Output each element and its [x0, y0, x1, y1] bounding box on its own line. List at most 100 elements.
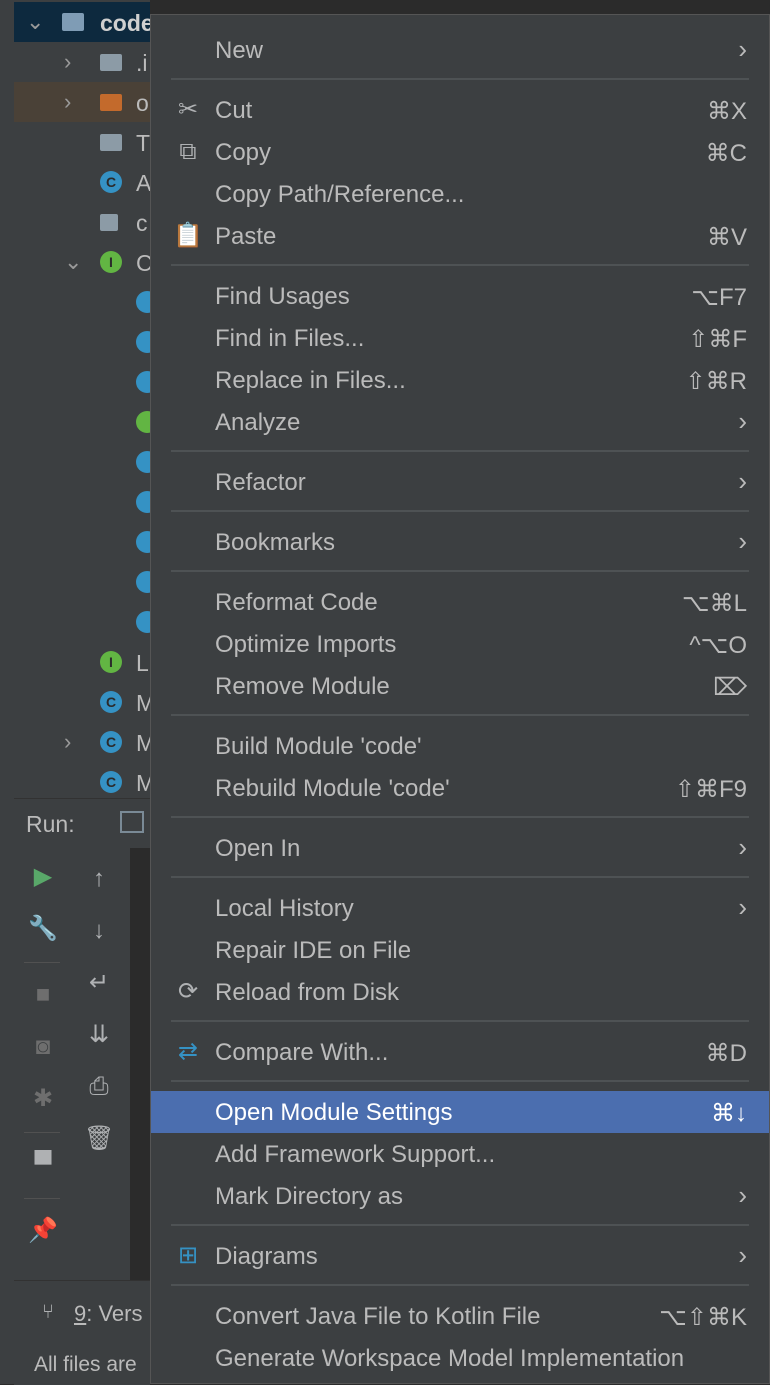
menu-item-label: Rebuild Module 'code' [215, 775, 450, 802]
arrow-up-icon[interactable]: ↑ [84, 864, 114, 894]
tree-row[interactable] [14, 522, 150, 562]
menu-item-label: Optimize Imports [215, 631, 397, 658]
chevron-right-icon[interactable]: › [64, 91, 71, 113]
scroll-to-end-icon[interactable]: ⇊ [84, 1020, 114, 1050]
menu-item-generate-workspace-model[interactable]: Generate Workspace Model Implementation [151, 1337, 769, 1379]
layout-icon[interactable]: ▀ [28, 1150, 58, 1180]
tree-row[interactable]: c [14, 202, 150, 242]
interface-icon: I [100, 651, 122, 673]
menu-item-rebuild-module[interactable]: Rebuild Module 'code' ⇧⌘F9 [151, 767, 769, 809]
vcs-tab-label: : Vers [86, 1301, 143, 1326]
tree-row-root[interactable]: ⌄ code [14, 2, 150, 42]
menu-item-analyze[interactable]: Analyze › [151, 401, 769, 443]
menu-item-bookmarks[interactable]: Bookmarks › [151, 521, 769, 563]
camera-icon[interactable]: ◙ [28, 1032, 58, 1062]
menu-item-replace-in-files[interactable]: Replace in Files... ⇧⌘R [151, 359, 769, 401]
menu-item-build-module[interactable]: Build Module 'code' [151, 725, 769, 767]
menu-item-mark-directory-as[interactable]: Mark Directory as › [151, 1175, 769, 1217]
run-config-icon[interactable] [120, 811, 144, 833]
file-icon [100, 214, 118, 231]
arrow-down-icon[interactable]: ↓ [84, 916, 114, 946]
menu-shortcut: ⌘X [706, 98, 747, 125]
tree-label: A [136, 170, 150, 196]
menu-item-find-usages[interactable]: Find Usages ⌥F7 [151, 275, 769, 317]
menu-item-add-framework-support[interactable]: Add Framework Support... [151, 1133, 769, 1175]
class-icon: C [100, 171, 122, 193]
menu-item-refactor[interactable]: Refactor › [151, 461, 769, 503]
menu-separator [171, 264, 749, 266]
soft-wrap-icon[interactable]: ↵ [84, 968, 114, 998]
rerun-icon[interactable]: ▶ [28, 862, 58, 892]
run-console[interactable] [130, 848, 150, 1280]
tree-row[interactable]: T [14, 122, 150, 162]
menu-shortcut: ⌥⌘L [681, 590, 747, 617]
class-icon [136, 611, 150, 633]
tree-row[interactable]: C A [14, 162, 150, 202]
menu-separator [171, 570, 749, 572]
tree-label: o [136, 90, 149, 116]
wrench-icon[interactable]: 🔧 [28, 914, 58, 944]
tree-row[interactable] [14, 442, 150, 482]
chevron-down-icon[interactable]: ⌄ [64, 251, 82, 273]
tree-row[interactable]: C M [14, 762, 150, 798]
pin-icon[interactable]: 📌 [28, 1216, 58, 1246]
menu-item-new[interactable]: New › [151, 29, 769, 71]
stop-icon[interactable]: ■ [28, 980, 58, 1010]
tree-row[interactable] [14, 362, 150, 402]
class-icon [136, 371, 150, 393]
menu-item-find-in-files[interactable]: Find in Files... ⇧⌘F [151, 317, 769, 359]
tree-row[interactable]: › o [14, 82, 150, 122]
trash-icon[interactable]: 🗑 [84, 1124, 114, 1154]
tree-row[interactable] [14, 322, 150, 362]
tree-row[interactable]: I L [14, 642, 150, 682]
tree-row[interactable]: › .i [14, 42, 150, 82]
menu-separator [171, 78, 749, 80]
toolbar-separator [24, 1132, 60, 1133]
menu-item-diagrams[interactable]: ⊞ Diagrams › [151, 1235, 769, 1277]
debug-icon[interactable]: ✱ [28, 1084, 58, 1114]
menu-item-open-in[interactable]: Open In › [151, 827, 769, 869]
menu-item-copy[interactable]: ⧉ Copy ⌘C [151, 131, 769, 173]
interface-icon [136, 411, 150, 433]
menu-item-label: Reload from Disk [215, 979, 400, 1006]
tree-row[interactable]: › C M [14, 722, 150, 762]
menu-item-cut[interactable]: ✂ Cut ⌘X [151, 89, 769, 131]
tree-row[interactable]: ⌄ I C [14, 242, 150, 282]
tree-row[interactable] [14, 282, 150, 322]
menu-item-reload-from-disk[interactable]: ⟳ Reload from Disk [151, 971, 769, 1013]
chevron-down-icon[interactable]: ⌄ [26, 11, 44, 33]
menu-item-repair-ide[interactable]: Repair IDE on File [151, 929, 769, 971]
menu-item-convert-java-to-kotlin[interactable]: Convert Java File to Kotlin File ⌥⇧⌘K [151, 1295, 769, 1337]
tree-label: L [136, 650, 149, 676]
tree-row[interactable] [14, 562, 150, 602]
chevron-right-icon: › [738, 892, 747, 922]
tree-row[interactable] [14, 602, 150, 642]
chevron-right-icon[interactable]: › [64, 51, 71, 73]
menu-item-remove-module[interactable]: Remove Module ⌦ [151, 665, 769, 707]
menu-shortcut: ^⌥O [689, 632, 747, 659]
reload-icon: ⟳ [177, 978, 199, 1005]
menu-item-label: Copy [215, 139, 272, 166]
menu-separator [171, 510, 749, 512]
version-control-tab[interactable]: 9: Vers [74, 1301, 143, 1327]
menu-shortcut: ⌘D [705, 1040, 747, 1067]
tree-row[interactable] [14, 482, 150, 522]
menu-item-open-module-settings[interactable]: Open Module Settings ⌘↓ [151, 1091, 769, 1133]
vcs-tab-number: 9 [74, 1301, 87, 1326]
tree-row[interactable]: C M [14, 682, 150, 722]
run-toolbar: ▶ 🔧 ■ ◙ ✱ ▀ 📌 ↑ ↓ ↵ ⇊ ⎙ 🗑 [14, 848, 130, 1280]
clipboard-icon: 📋 [173, 222, 203, 249]
tool-window-strip [0, 0, 15, 1384]
menu-item-label: Refactor [215, 469, 306, 496]
menu-item-paste[interactable]: 📋 Paste ⌘V [151, 215, 769, 257]
tree-row[interactable] [14, 402, 150, 442]
menu-item-optimize-imports[interactable]: Optimize Imports ^⌥O [151, 623, 769, 665]
menu-item-local-history[interactable]: Local History › [151, 887, 769, 929]
chevron-right-icon[interactable]: › [64, 731, 71, 753]
menu-item-label: Compare With... [215, 1039, 389, 1066]
menu-item-copy-path[interactable]: Copy Path/Reference... [151, 173, 769, 215]
context-menu: New › ✂ Cut ⌘X ⧉ Copy ⌘C Copy Path/Refer… [150, 14, 770, 1384]
print-icon[interactable]: ⎙ [84, 1072, 114, 1102]
menu-item-compare-with[interactable]: ⇄ Compare With... ⌘D [151, 1031, 769, 1073]
menu-item-reformat-code[interactable]: Reformat Code ⌥⌘L [151, 581, 769, 623]
